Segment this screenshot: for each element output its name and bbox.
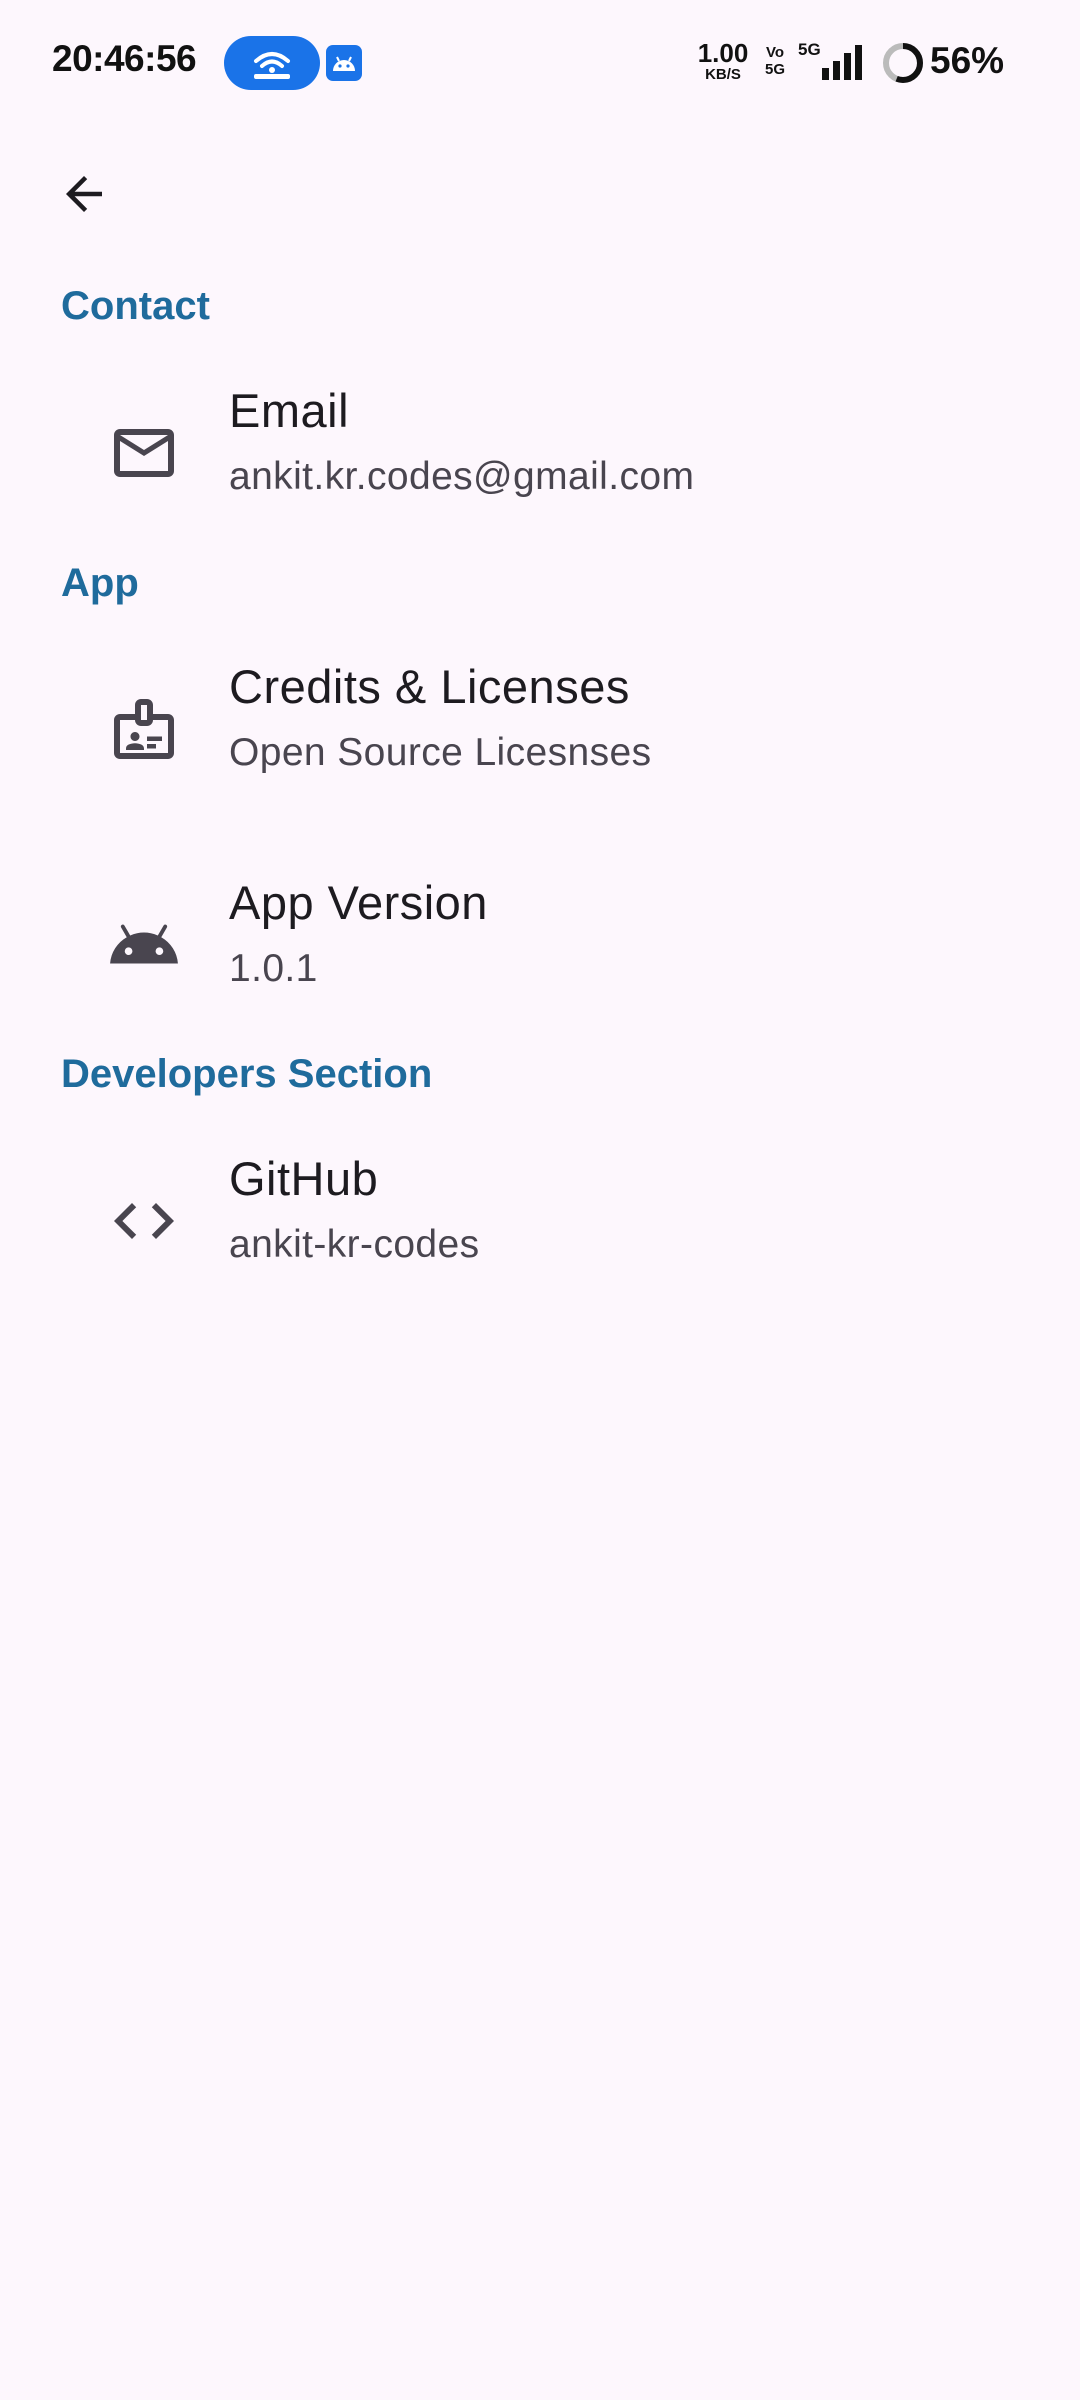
network-speed: 1.00 KB/S <box>697 38 749 83</box>
section-header-contact: Contact <box>61 284 210 328</box>
github-title: GitHub <box>229 1152 379 1205</box>
credits-licenses-subtitle: Open Source Licesnses <box>229 731 652 774</box>
battery-percentage: 56% <box>930 40 1005 81</box>
arrow-back-icon <box>66 176 102 212</box>
email-address: ankit.kr.codes@gmail.com <box>229 455 695 498</box>
app-version-title: App Version <box>229 876 488 929</box>
hotspot-status-pill[interactable] <box>224 36 320 90</box>
android-notification-icon <box>326 45 362 81</box>
code-icon <box>106 1183 182 1259</box>
hotspot-icon <box>254 52 290 79</box>
github-username: ankit-kr-codes <box>229 1223 480 1266</box>
app-version-value: 1.0.1 <box>229 947 318 990</box>
mail-icon <box>106 415 182 491</box>
status-bar: 20:46:56 1.00 KB/S Vo 5G 5G 56% <box>0 0 1080 124</box>
volte-indicator: Vo 5G <box>764 44 785 78</box>
battery-icon <box>883 43 923 83</box>
list-item-email[interactable]: Email ankit.kr.codes@gmail.com <box>0 375 1080 515</box>
status-time: 20:46:56 <box>52 38 197 79</box>
back-button[interactable] <box>48 158 120 230</box>
credits-licenses-title: Credits & Licenses <box>229 660 630 713</box>
android-icon <box>106 907 182 983</box>
list-item-github[interactable]: GitHub ankit-kr-codes <box>0 1143 1080 1283</box>
list-item-credits-licenses[interactable]: Credits & Licenses Open Source Licesnses <box>0 651 1080 791</box>
network-type-label: 5G <box>798 40 821 59</box>
section-header-developers: Developers Section <box>61 1052 433 1096</box>
badge-icon <box>106 691 182 767</box>
email-title: Email <box>229 384 350 437</box>
list-item-app-version[interactable]: App Version 1.0.1 <box>0 867 1080 1007</box>
signal-strength-icon <box>822 45 862 80</box>
section-header-app: App <box>61 561 139 605</box>
